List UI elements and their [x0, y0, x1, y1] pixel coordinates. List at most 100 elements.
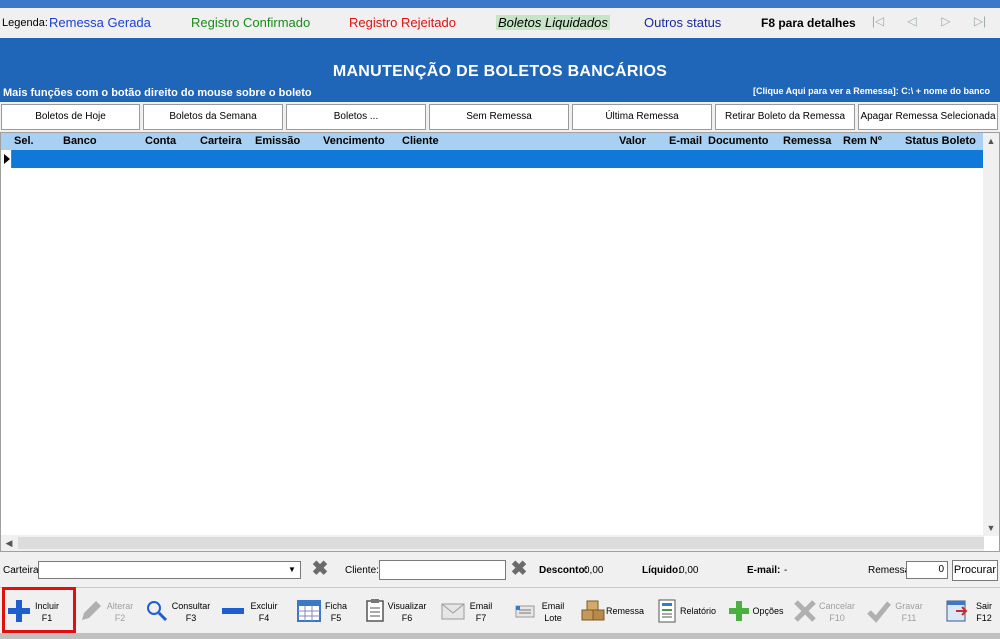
cancelar-label: Cancelar [818, 601, 856, 611]
horizontal-scrollbar[interactable]: ◀ [1, 535, 984, 551]
legend-registro-rejeitado: Registro Rejeitado [349, 15, 456, 30]
incluir-highlight-box [2, 587, 76, 633]
cliente-label: Cliente: [345, 565, 379, 576]
cancelar-button[interactable]: Cancelar F10 [792, 590, 858, 632]
clear-cliente-icon[interactable]: ✖ [510, 559, 528, 579]
exit-icon [946, 600, 968, 622]
alterar-button[interactable]: Alterar F2 [78, 590, 138, 632]
legend-label: Legenda: [2, 17, 48, 29]
procurar-button[interactable]: Procurar [952, 560, 998, 581]
clipboard-icon [366, 599, 384, 622]
vertical-scrollbar[interactable]: ▲ ▼ [983, 133, 999, 536]
green-plus-icon [729, 601, 749, 621]
cancel-x-icon [794, 600, 816, 622]
opcoes-button[interactable]: Opções [726, 590, 788, 632]
table-row[interactable] [1, 150, 984, 168]
prev-record-icon[interactable]: ◁ [899, 10, 925, 32]
col-valor[interactable]: Valor [619, 135, 646, 147]
consultar-key: F3 [185, 613, 197, 623]
relatorio-label: Relatório [679, 606, 717, 616]
scroll-down-icon[interactable]: ▼ [983, 520, 999, 536]
col-banco[interactable]: Banco [63, 135, 97, 147]
retirar-boleto-button[interactable]: Retirar Boleto da Remessa [715, 104, 855, 130]
gravar-button[interactable]: Gravar F11 [866, 590, 928, 632]
scroll-left-icon[interactable]: ◀ [1, 535, 17, 551]
ficha-label: Ficha [324, 601, 347, 611]
liquido-label: Líquido: [642, 565, 682, 576]
col-sel[interactable]: Sel. [14, 135, 34, 147]
opcoes-label: Opções [752, 606, 784, 616]
pencil-icon [82, 601, 101, 620]
alterar-label: Alterar [106, 601, 134, 611]
consultar-button[interactable]: Consultar F3 [144, 590, 214, 632]
sair-label: Sair [975, 601, 992, 611]
row-indicator-icon [1, 150, 12, 168]
action-toolbar: Incluir F1 Alterar F2 Consultar F3 Excluir F… [0, 587, 1000, 633]
next-record-icon[interactable]: ▷ [933, 10, 959, 32]
excluir-key: F4 [258, 613, 270, 623]
legend-registro-confirmado: Registro Confirmado [191, 15, 311, 30]
visualizar-button[interactable]: Visualizar F6 [362, 590, 430, 632]
ficha-button[interactable]: Ficha F5 [296, 590, 352, 632]
email-button[interactable]: Email F7 [440, 590, 496, 632]
excluir-label: Excluir [250, 601, 278, 611]
carteira-label: Carteira [3, 565, 39, 576]
col-conta[interactable]: Conta [145, 135, 176, 147]
first-record-icon[interactable]: |◁ [865, 10, 891, 32]
last-record-icon[interactable]: ▷| [967, 10, 993, 32]
clear-carteira-icon[interactable]: ✖ [311, 559, 329, 579]
remessa-link[interactable]: [Clique Aqui para ver a Remessa]: C:\ + … [753, 86, 990, 96]
relatorio-button[interactable]: Relatório [654, 590, 720, 632]
visualizar-label: Visualizar [387, 601, 427, 611]
carteira-select[interactable]: ▼ [38, 561, 301, 579]
cancelar-key: F10 [829, 613, 845, 623]
col-remessa[interactable]: Remessa [783, 135, 831, 147]
filter-buttons: Boletos de Hoje Boletos da Semana Boleto… [0, 103, 1000, 131]
boxes-icon [581, 600, 605, 621]
excluir-button[interactable]: Excluir F4 [220, 590, 282, 632]
col-status-boleto[interactable]: Status Boleto [905, 135, 976, 147]
email-label: E-mail: [747, 565, 781, 576]
scroll-up-icon[interactable]: ▲ [983, 133, 999, 149]
col-email[interactable]: E-mail [669, 135, 702, 147]
cliente-input[interactable] [379, 560, 506, 580]
envelope-icon [441, 603, 465, 620]
boletos-de-hoje-button[interactable]: Boletos de Hoje [1, 104, 140, 130]
scroll-thumb[interactable] [18, 537, 984, 549]
boletos-da-semana-button[interactable]: Boletos da Semana [143, 104, 283, 130]
status-strip [0, 633, 1000, 639]
desconto-label: Desconto: [539, 565, 588, 576]
legend-boletos-liquidados: Boletos Liquidados [496, 15, 610, 30]
email-key: F7 [475, 613, 487, 623]
banner-subtitle: Mais funções com o botão direito do mous… [3, 87, 312, 99]
sair-key: F12 [976, 613, 992, 623]
col-cliente[interactable]: Cliente [402, 135, 439, 147]
ficha-key: F5 [330, 613, 342, 623]
chevron-down-icon[interactable]: ▼ [284, 562, 300, 578]
col-rem-numero[interactable]: Rem Nº [843, 135, 882, 147]
email-batch-icon [515, 605, 535, 618]
legend-remessa-gerada: Remessa Gerada [49, 15, 151, 30]
record-navigator: |◁ ◁ ▷ ▷| [865, 10, 995, 32]
col-documento[interactable]: Documento [708, 135, 769, 147]
sair-button[interactable]: Sair F12 [944, 590, 998, 632]
remessa-label: Remessa [868, 565, 911, 576]
remessa-input[interactable]: 0 [906, 561, 948, 579]
window-title-strip [0, 0, 1000, 8]
remessa-button[interactable]: Remessa [580, 590, 646, 632]
gravar-label: Gravar [895, 601, 923, 611]
gravar-key: F11 [901, 613, 917, 623]
sem-remessa-button[interactable]: Sem Remessa [429, 104, 569, 130]
email-label-btn: Email [469, 601, 493, 611]
legend-bar: Legenda: Remessa Gerada Registro Confirm… [0, 8, 1000, 38]
boletos-grid[interactable]: Sel. Banco Conta Carteira Emissão Vencim… [0, 132, 1000, 552]
col-emissao[interactable]: Emissão [255, 135, 300, 147]
email-lote-button[interactable]: Email Lote [512, 590, 568, 632]
visualizar-key: F6 [401, 613, 413, 623]
ultima-remessa-button[interactable]: Última Remessa [572, 104, 712, 130]
liquido-value: 0,00 [679, 565, 699, 576]
col-vencimento[interactable]: Vencimento [323, 135, 385, 147]
col-carteira[interactable]: Carteira [200, 135, 242, 147]
apagar-remessa-button[interactable]: Apagar Remessa Selecionada [858, 104, 998, 130]
boletos-more-button[interactable]: Boletos ... [286, 104, 426, 130]
